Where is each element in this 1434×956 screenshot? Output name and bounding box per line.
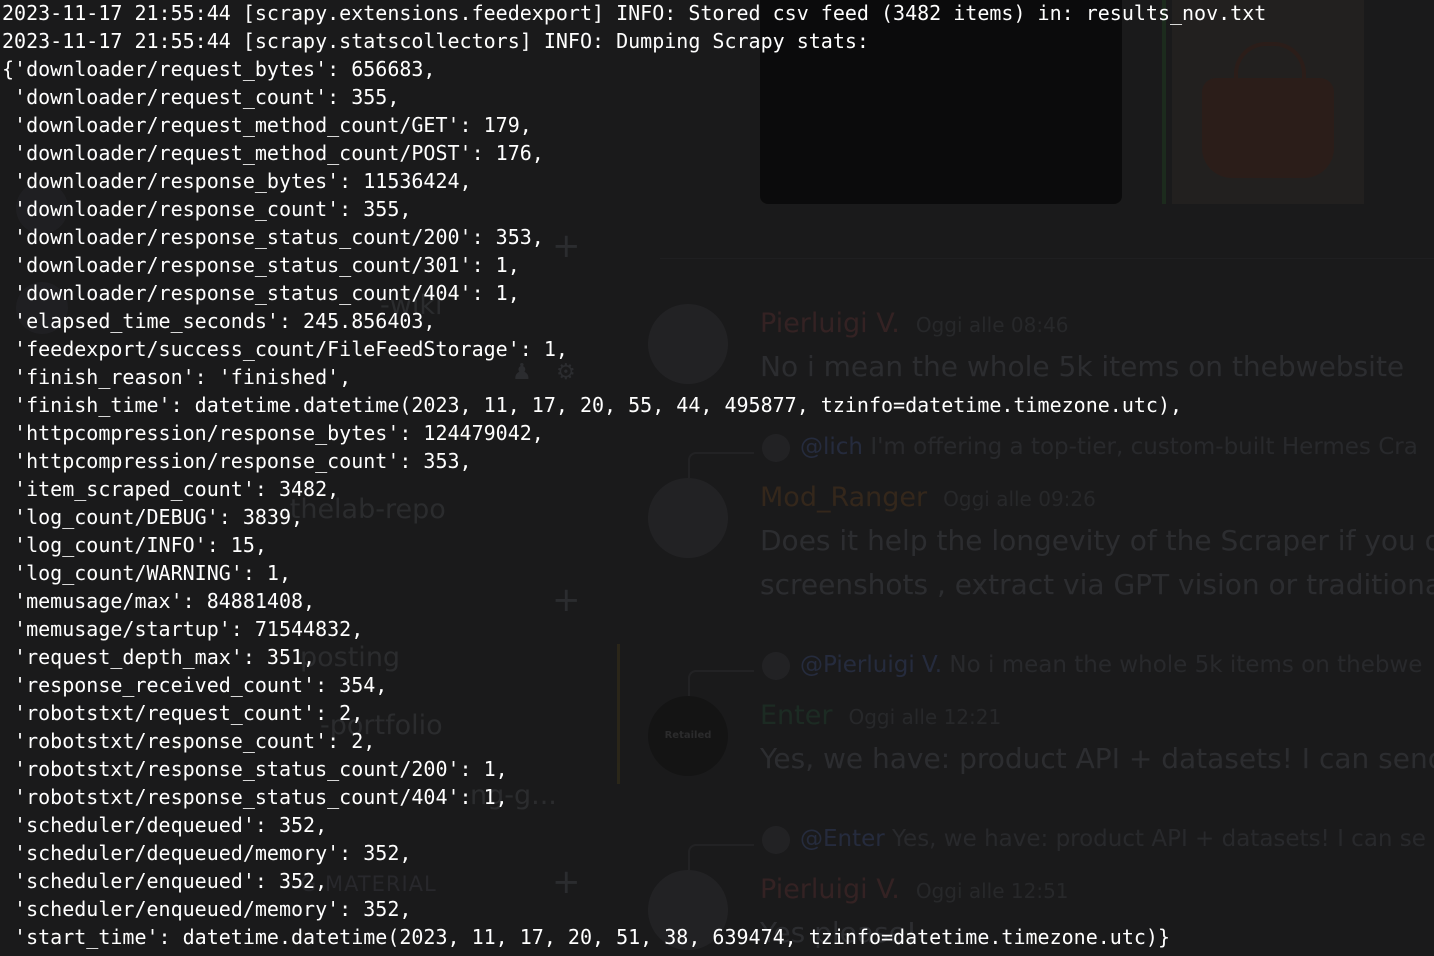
terminal-line: 'feedexport/success_count/FileFeedStorag… [2,337,568,361]
terminal-output[interactable]: 2023-11-17 21:55:44 [scrapy.extensions.f… [0,0,1434,956]
screenshot-stage: + -wiki ♟ ⚙ -thelab-repo + posting -port… [0,0,1434,956]
terminal-line: 2023-11-17 21:55:44 [scrapy.statscollect… [2,29,869,53]
terminal-line: 2023-11-17 21:55:44 [scrapy.extensions.f… [2,1,1267,25]
terminal-line: 'log_count/WARNING': 1, [2,561,291,585]
terminal-line: 'downloader/response_bytes': 11536424, [2,169,472,193]
terminal-line: 'downloader/response_status_count/301': … [2,253,520,277]
terminal-line: 'scheduler/dequeued/memory': 352, [2,841,412,865]
terminal-line: 'start_time': datetime.datetime(2023, 11… [2,925,1170,949]
terminal-line: 'robotstxt/response_count': 2, [2,729,376,753]
terminal-line: 'downloader/request_count': 355, [2,85,400,109]
terminal-line: 'scheduler/enqueued': 352, [2,869,328,893]
terminal-line: {'downloader/request_bytes': 656683, [2,57,436,81]
terminal-line: 'downloader/request_method_count/POST': … [2,141,544,165]
terminal-line: 'robotstxt/response_status_count/404': 1… [2,785,508,809]
terminal-line: 'finish_time': datetime.datetime(2023, 1… [2,393,1183,417]
terminal-line: 'robotstxt/response_status_count/200': 1… [2,757,508,781]
terminal-line: 'downloader/request_method_count/GET': 1… [2,113,532,137]
terminal-line: 'scheduler/dequeued': 352, [2,813,328,837]
terminal-line: 'log_count/DEBUG': 3839, [2,505,304,529]
terminal-line: 'elapsed_time_seconds': 245.856403, [2,309,436,333]
terminal-line: 'memusage/max': 84881408, [2,589,316,613]
terminal-line: 'downloader/response_count': 355, [2,197,412,221]
terminal-line: 'scheduler/enqueued/memory': 352, [2,897,412,921]
terminal-line: 'httpcompression/response_bytes': 124479… [2,421,544,445]
terminal-line: 'item_scraped_count': 3482, [2,477,340,501]
terminal-line: 'response_received_count': 354, [2,673,388,697]
terminal-line: 'finish_reason': 'finished', [2,365,352,389]
terminal-line: 'robotstxt/request_count': 2, [2,701,364,725]
terminal-line: 'downloader/response_status_count/404': … [2,281,520,305]
terminal-line: 'log_count/INFO': 15, [2,533,267,557]
terminal-line: 'request_depth_max': 351, [2,645,316,669]
terminal-line: 'memusage/startup': 71544832, [2,617,364,641]
terminal-line: 'httpcompression/response_count': 353, [2,449,472,473]
terminal-line: 'downloader/response_status_count/200': … [2,225,544,249]
